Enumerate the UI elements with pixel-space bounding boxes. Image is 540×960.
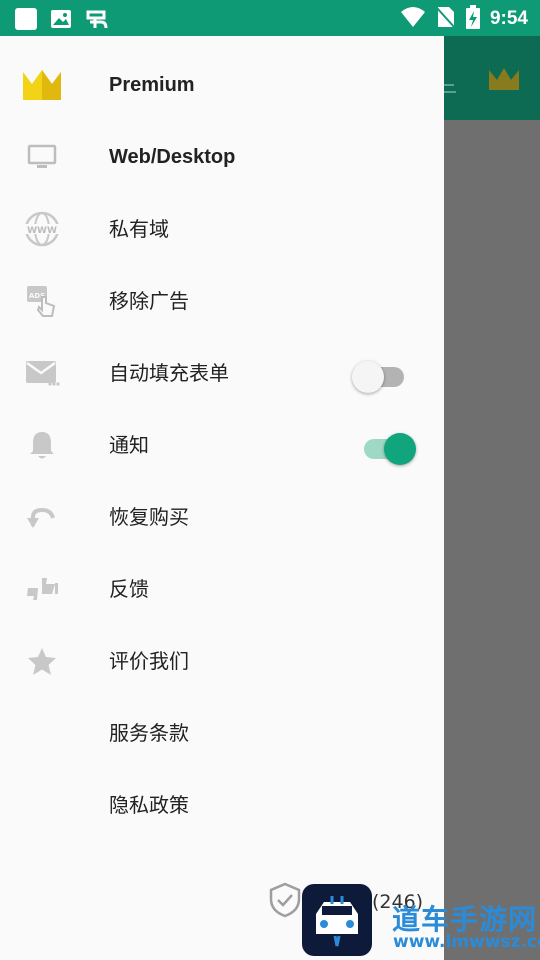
drawer-item-notifications[interactable]: 通知 (0, 409, 444, 481)
drawer-item-private-domain[interactable]: WWW 私有域 (0, 193, 444, 265)
wifi-icon (400, 6, 426, 32)
drawer-item-rate-us[interactable]: 评价我们 (0, 625, 444, 697)
notification-square-icon (14, 7, 38, 35)
drawer-item-label: 自动填充表单 (109, 361, 229, 385)
no-sim-icon (436, 5, 456, 33)
drawer-item-premium[interactable]: Premium (0, 49, 444, 121)
crown-icon (22, 67, 62, 103)
image-icon (50, 8, 72, 34)
shield-check-icon (268, 882, 302, 922)
drawer-item-label: 移除广告 (109, 289, 189, 313)
drawer-item-label: 服务条款 (109, 721, 189, 745)
star-icon (22, 643, 62, 679)
drawer-item-label: 恢复购买 (109, 505, 189, 529)
undo-icon (22, 499, 62, 535)
drawer-item-label: Web/Desktop (109, 146, 236, 168)
car-logo-icon (302, 884, 372, 956)
drawer-item-label: 私有域 (109, 217, 169, 241)
drawer-item-label: Premium (109, 74, 195, 96)
drawer-item-remove-ads[interactable]: ADS 移除广告 (0, 265, 444, 337)
drawer-item-autofill[interactable]: 自动填充表单 (0, 337, 444, 409)
drawer-item-terms-of-service[interactable]: 服务条款 (0, 697, 444, 769)
battery-charging-icon (465, 5, 480, 33)
navigation-drawer: Premium Web/Desktop WWW 私有域 ADS 移除广告 自动填… (0, 36, 444, 960)
bug-icon (84, 6, 110, 36)
drawer-item-label: 隐私政策 (109, 793, 189, 817)
www-globe-icon: WWW (22, 211, 62, 247)
drawer-item-label: 反馈 (109, 577, 149, 601)
drawer-item-label: 通知 (109, 433, 149, 457)
drawer-item-privacy-policy[interactable]: 隐私政策 (0, 769, 444, 841)
drawer-item-web-desktop[interactable]: Web/Desktop (0, 121, 444, 193)
mail-icon (22, 355, 62, 391)
svg-text:WWW: WWW (27, 226, 57, 236)
bell-icon (22, 427, 62, 463)
status-bar: 9:54 (0, 0, 540, 36)
clock: 9:54 (489, 8, 528, 29)
drawer-item-feedback[interactable]: 反馈 (0, 553, 444, 625)
monitor-icon (22, 139, 62, 175)
background-crown-icon (488, 66, 520, 96)
drawer-item-label: 评价我们 (109, 649, 189, 673)
watermark-url: www.lmwwsz.com (393, 932, 540, 952)
drawer-item-restore-purchase[interactable]: 恢复购买 (0, 481, 444, 553)
ads-tap-icon: ADS (22, 283, 62, 319)
thumbs-icon (22, 571, 62, 607)
